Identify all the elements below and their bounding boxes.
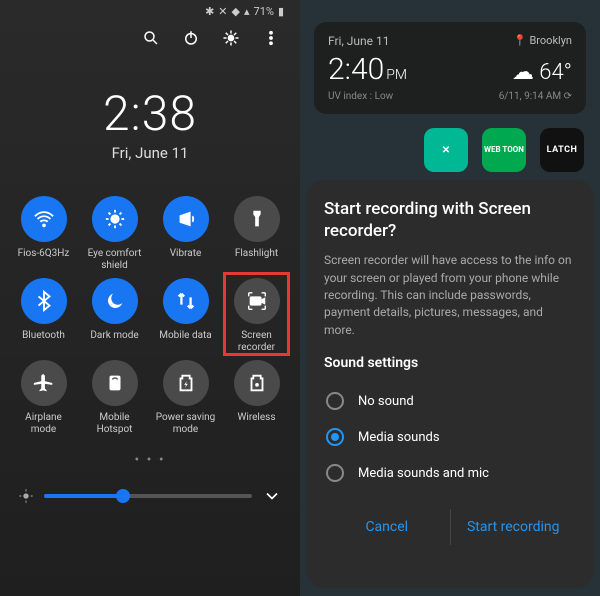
sound-option-0[interactable]: No sound: [324, 383, 576, 419]
location-label: 📍 Brooklyn: [513, 34, 572, 48]
uv-label: UV index : Low: [328, 91, 393, 102]
hotspot-icon[interactable]: [92, 360, 138, 406]
toggle-data[interactable]: Mobile data: [150, 278, 221, 354]
clock-time: 2:38: [8, 85, 292, 142]
wifi-icon[interactable]: [21, 196, 67, 242]
screen-recorder-dialog: Start recording with Screen recorder? Sc…: [306, 180, 594, 588]
toggle-wifi[interactable]: Fios-6Q3Hz: [8, 196, 79, 272]
mute-status-icon: ✕: [218, 6, 227, 17]
toggle-eyecomfort[interactable]: Eye comfort shield: [79, 196, 150, 272]
record-icon[interactable]: [234, 278, 280, 324]
radio-label: Media sounds and mic: [358, 466, 489, 481]
card-date: Fri, June 11: [328, 34, 390, 48]
toggle-airplane[interactable]: Airplane mode: [8, 360, 79, 436]
page-indicator[interactable]: • • •: [8, 452, 292, 468]
sound-option-1[interactable]: Media sounds: [324, 419, 576, 455]
brightness-track[interactable]: [44, 494, 252, 498]
quick-toggle-grid: Fios-6Q3Hz Eye comfort shield Vibrate Flash…: [8, 196, 292, 436]
signal-status-icon: ▴: [244, 6, 250, 17]
wireless-icon[interactable]: [234, 360, 280, 406]
sound-option-2[interactable]: Media sounds and mic: [324, 455, 576, 491]
vibrate-icon[interactable]: [163, 196, 209, 242]
card-time: 2:40PM: [328, 52, 407, 87]
toggle-label: Bluetooth: [22, 330, 65, 342]
toggle-label: Fios-6Q3Hz: [18, 248, 70, 260]
wifi-status-icon: ◆: [232, 6, 240, 17]
toggle-bluetooth[interactable]: Bluetooth: [8, 278, 79, 354]
dialog-title: Start recording with Screen recorder?: [324, 198, 576, 242]
status-bar: ✱ ✕ ◆ ▴ 71% ▮: [8, 0, 292, 23]
app-icon-x[interactable]: ✕: [424, 128, 468, 172]
toggle-label: Screen recorder: [225, 330, 289, 354]
clock-block: 2:38 Fri, June 11: [8, 85, 292, 162]
toggle-record[interactable]: Screen recorder: [221, 278, 292, 354]
powersave-icon[interactable]: [163, 360, 209, 406]
gear-icon[interactable]: [222, 29, 240, 47]
toggle-label: Vibrate: [170, 248, 202, 260]
brightness-slider[interactable]: [18, 486, 282, 506]
eyecomfort-icon[interactable]: [92, 196, 138, 242]
dialog-actions: Cancel Start recording: [324, 509, 576, 545]
card-temp: ☁ 64°: [512, 60, 572, 85]
moon-icon[interactable]: [92, 278, 138, 324]
updated-label: 6/11, 9:14 AM ⟳: [499, 91, 572, 102]
toggle-moon[interactable]: Dark mode: [79, 278, 150, 354]
toggle-label: Mobile Hotspot: [83, 412, 147, 436]
battery-percent: 71%: [254, 6, 274, 17]
qs-action-row: [8, 23, 292, 57]
toggle-label: Flashlight: [235, 248, 278, 260]
toggle-powersave[interactable]: Power saving mode: [150, 360, 221, 436]
bluetooth-status-icon: ✱: [205, 6, 214, 17]
cancel-button[interactable]: Cancel: [324, 509, 450, 545]
airplane-icon[interactable]: [21, 360, 67, 406]
toggle-label: Dark mode: [90, 330, 138, 342]
power-icon[interactable]: [182, 29, 200, 47]
weather-clock-card[interactable]: Fri, June 11 📍 Brooklyn 2:40PM ☁ 64° UV …: [314, 22, 586, 114]
brightness-fill: [44, 494, 123, 498]
toggle-wireless[interactable]: Wireless: [221, 360, 292, 436]
quick-settings-panel: ✱ ✕ ◆ ▴ 71% ▮ 2:38 Fri, June 11 Fios-6Q3…: [0, 0, 300, 596]
more-icon[interactable]: [262, 29, 280, 47]
app-icon-webtoon[interactable]: WEB TOON: [482, 128, 526, 172]
start-recording-button[interactable]: Start recording: [451, 509, 577, 545]
radio-icon[interactable]: [326, 428, 344, 446]
toggle-label: Mobile data: [159, 330, 212, 342]
flashlight-icon[interactable]: [234, 196, 280, 242]
radio-icon[interactable]: [326, 392, 344, 410]
brightness-thumb[interactable]: [116, 489, 130, 503]
bluetooth-icon[interactable]: [21, 278, 67, 324]
battery-icon: ▮: [278, 6, 284, 17]
toggle-label: Wireless: [238, 412, 276, 424]
brightness-icon: [18, 488, 34, 504]
toggle-vibrate[interactable]: Vibrate: [150, 196, 221, 272]
home-app-row: ✕ WEB TOON LATCH: [316, 128, 584, 172]
toggle-label: Power saving mode: [154, 412, 218, 436]
toggle-label: Airplane mode: [12, 412, 76, 436]
toggle-label: Eye comfort shield: [83, 248, 147, 272]
screen-recorder-dialog-pane: Fri, June 11 📍 Brooklyn 2:40PM ☁ 64° UV …: [300, 0, 600, 596]
dialog-body: Screen recorder will have access to the …: [324, 252, 576, 339]
app-icon-latch[interactable]: LATCH: [540, 128, 584, 172]
search-icon[interactable]: [142, 29, 160, 47]
sound-settings-header: Sound settings: [324, 355, 576, 371]
chevron-down-icon[interactable]: [262, 486, 282, 506]
toggle-hotspot[interactable]: Mobile Hotspot: [79, 360, 150, 436]
radio-label: Media sounds: [358, 430, 440, 445]
toggle-flashlight[interactable]: Flashlight: [221, 196, 292, 272]
radio-label: No sound: [358, 394, 414, 409]
clock-date: Fri, June 11: [8, 144, 292, 162]
sound-options-list: No sound Media sounds Media sounds and mic: [324, 383, 576, 491]
radio-icon[interactable]: [326, 464, 344, 482]
data-icon[interactable]: [163, 278, 209, 324]
